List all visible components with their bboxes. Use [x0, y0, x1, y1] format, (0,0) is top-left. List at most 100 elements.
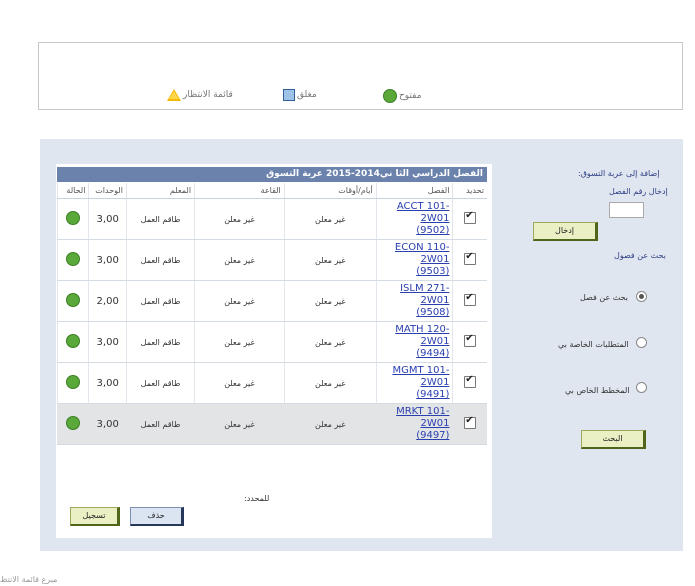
row-checkbox[interactable] [464, 374, 477, 388]
row-checkbox-cell [452, 362, 487, 404]
legend-waitlist-label: قائمة الانتظار [183, 90, 233, 100]
cart-table: تحديد الفصل أيام/أوقات القاعة المعلم الو… [56, 183, 487, 445]
units-cell: 3,00 [88, 362, 127, 404]
radio-my-plan[interactable] [636, 382, 647, 393]
radio-search-class[interactable] [636, 291, 647, 302]
class-link[interactable]: MGMT 101- 2W01 (9491) [380, 365, 450, 401]
footer-note: مبرع قائمة الانتظ [0, 575, 58, 584]
open-status-icon [66, 252, 81, 266]
units-cell: 2,00 [88, 280, 127, 322]
open-status-icon [66, 416, 81, 430]
instructor-cell: طاقم العمل [125, 239, 195, 281]
days-cell: غير معلن [283, 239, 377, 281]
col-room: القاعة [194, 183, 285, 199]
status-cell [56, 239, 89, 281]
instructor-cell: طاقم العمل [125, 198, 195, 240]
status-cell [56, 198, 89, 240]
class-code: ECON 110- [394, 242, 450, 253]
days-cell: غير معلن [283, 321, 377, 363]
row-checkbox-cell [452, 280, 487, 322]
units-cell: 3,00 [88, 198, 127, 240]
col-select: تحديد [452, 183, 487, 199]
class-id: (9491) [416, 389, 450, 400]
status-cell [56, 321, 89, 363]
legend-open-label: مفتوح [399, 91, 422, 101]
enroll-button[interactable]: تسجيل [70, 507, 120, 526]
class-cell: ACCT 101- 2W01 (9502) [375, 198, 453, 240]
radio-search-class-label: بحث عن فصل [580, 293, 629, 302]
class-id: (9494) [416, 348, 450, 359]
class-section: 2W01 [420, 377, 450, 388]
room-cell: غير معلن [194, 403, 285, 445]
waitlist-status-icon [167, 89, 181, 101]
delete-button[interactable]: حذف [130, 507, 184, 526]
add-to-cart-title: إضافة إلى عربة التسوق: [578, 169, 660, 178]
row-checkbox-cell [452, 403, 487, 445]
class-section: 2W01 [420, 336, 450, 347]
room-cell: غير معلن [194, 321, 285, 363]
class-link[interactable]: MRKT 101- 2W01 (9497) [380, 406, 450, 442]
cart-row: ECON 110-2W01(9503)غير معلنغير معلنطاقم … [56, 239, 487, 281]
class-id: (9503) [416, 266, 450, 277]
row-checkbox[interactable] [464, 333, 477, 347]
shopping-cart-panel: الفصل الدراسي الثا ني2014-2015 عربة التس… [56, 164, 492, 538]
legend-waitlist: قائمة الانتظار [167, 89, 233, 101]
class-section: 2W01 [420, 418, 450, 429]
search-button[interactable]: البحث [581, 430, 646, 449]
class-cell: ISLM 271- 2W01 (9508) [375, 280, 453, 322]
row-checkbox[interactable] [464, 292, 477, 306]
search-classes-title: بحث عن فصول [614, 251, 666, 260]
legend-closed: مغلق [283, 89, 317, 101]
selected-label: للمحدد: [244, 494, 270, 503]
open-status-icon [383, 89, 397, 103]
class-code: MATH 120- [395, 324, 450, 335]
cart-row: MRKT 101-2W01(9497)غير معلنغير معلنطاقم … [56, 403, 487, 445]
open-status-icon [66, 334, 81, 348]
legend-box: مفتوح مغلق قائمة الانتظار [38, 42, 683, 110]
class-cell: ECON 110- 2W01 (9503) [375, 239, 453, 281]
col-days-times: أيام/أوقات [283, 183, 377, 199]
days-cell: غير معلن [283, 362, 377, 404]
days-cell: غير معلن [283, 280, 377, 322]
class-section: 2W01 [420, 295, 450, 306]
instructor-cell: طاقم العمل [125, 280, 195, 322]
radio-plan-label: المخطط الخاص بي [565, 386, 630, 395]
instructor-cell: طاقم العمل [125, 321, 195, 363]
class-link[interactable]: ISLM 271- 2W01 (9508) [380, 283, 450, 319]
row-checkbox-cell [452, 198, 487, 240]
cart-row: MATH 120-2W01(9494)غير معلنغير معلنطاقم … [56, 321, 487, 363]
days-cell: غير معلن [283, 198, 377, 240]
class-code: ACCT 101- [396, 201, 450, 212]
row-checkbox-cell [452, 321, 487, 363]
class-section: 2W01 [420, 254, 450, 265]
open-status-icon [66, 375, 81, 389]
class-id: (9502) [416, 225, 450, 236]
room-cell: غير معلن [194, 239, 285, 281]
col-instructor: المعلم [125, 183, 195, 199]
status-cell [56, 280, 89, 322]
radio-my-requirements[interactable] [636, 337, 647, 348]
class-number-input[interactable] [609, 202, 644, 218]
instructor-cell: طاقم العمل [125, 362, 195, 404]
class-link[interactable]: ACCT 101- 2W01 (9502) [380, 201, 450, 237]
units-cell: 3,00 [88, 239, 127, 281]
cart-row: MGMT 101-2W01(9491)غير معلنغير معلنطاقم … [56, 362, 487, 404]
class-link[interactable]: ECON 110- 2W01 (9503) [380, 242, 450, 278]
row-checkbox[interactable] [464, 210, 477, 224]
open-status-icon [66, 293, 81, 307]
class-link[interactable]: MATH 120- 2W01 (9494) [380, 324, 450, 360]
row-checkbox[interactable] [464, 251, 477, 265]
closed-status-icon [283, 89, 295, 101]
class-id: (9497) [416, 430, 450, 441]
cart-header: الفصل الدراسي الثا ني2014-2015 عربة التس… [57, 167, 487, 182]
status-cell [56, 403, 89, 445]
radio-requirements-label: المتطلبات الخاصة بي [558, 340, 629, 349]
legend-open: مفتوح [383, 89, 422, 103]
class-cell: MRKT 101- 2W01 (9497) [375, 403, 453, 445]
row-checkbox[interactable] [464, 415, 477, 429]
class-cell: MATH 120- 2W01 (9494) [375, 321, 453, 363]
instructor-cell: طاقم العمل [125, 403, 195, 445]
status-cell [56, 362, 89, 404]
units-cell: 3,00 [88, 321, 127, 363]
enter-button[interactable]: إدخال [533, 222, 598, 241]
